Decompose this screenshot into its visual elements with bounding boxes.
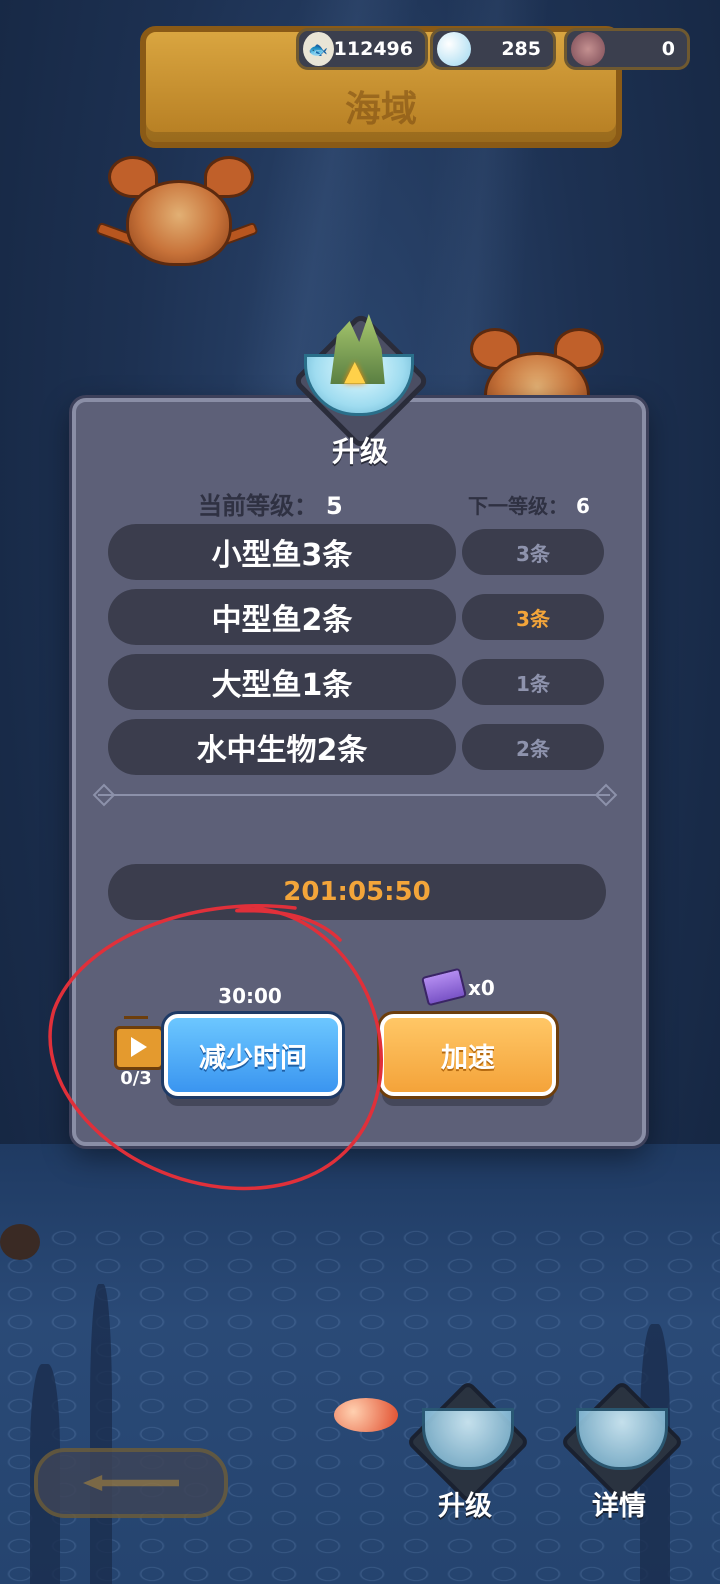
shell-counter[interactable]: 0 xyxy=(564,28,690,70)
current-level: 当前等级： 5 xyxy=(198,486,343,521)
ticket-count: x0 xyxy=(468,976,495,1000)
upgrade-emblem: ▲ xyxy=(291,311,431,451)
bottom-details-button[interactable]: 详情 xyxy=(559,1378,685,1522)
current-level-value: 5 xyxy=(326,492,343,520)
crab xyxy=(95,150,259,280)
area-title: 海域 xyxy=(344,89,417,130)
requirement-row: 水中生物2条 xyxy=(108,719,456,775)
next-level: 下一等级： 6 xyxy=(468,490,590,519)
crab xyxy=(458,322,608,438)
speed-up-button[interactable]: 加速 xyxy=(380,1014,556,1096)
fish xyxy=(334,1398,398,1432)
fish xyxy=(0,1224,40,1260)
modal-title: 升级 xyxy=(331,435,388,468)
pearl-value: 285 xyxy=(501,38,541,60)
pearl-icon xyxy=(437,32,471,66)
video-ad-icon[interactable] xyxy=(114,1026,164,1070)
requirement-row: 小型鱼3条 xyxy=(108,524,456,580)
bottom-upgrade-button[interactable]: 升级 xyxy=(405,1378,531,1522)
shell-value: 0 xyxy=(661,38,675,60)
bottom-upgrade-label: 升级 xyxy=(438,1491,492,1522)
coin-value: 112496 xyxy=(333,38,413,60)
divider xyxy=(98,794,610,796)
upgrade-arrow-icon: ▲ xyxy=(344,354,366,387)
coin-icon: 🐟 xyxy=(303,32,334,66)
upgrade-timer: 201:05:50 xyxy=(108,864,606,920)
reduce-duration: 30:00 xyxy=(218,984,282,1008)
requirement-count: 3条 xyxy=(462,594,604,640)
requirement-row: 中型鱼2条 xyxy=(108,589,456,645)
seaweed xyxy=(90,1284,112,1584)
back-arrow-icon xyxy=(83,1475,179,1491)
bottom-details-label: 详情 xyxy=(592,1491,646,1522)
requirement-count: 1条 xyxy=(462,659,604,705)
pearl-counter[interactable]: 285 xyxy=(430,28,556,70)
coin-counter[interactable]: 🐟 112496 xyxy=(296,28,428,70)
back-button[interactable] xyxy=(34,1448,228,1518)
requirement-count: 3条 xyxy=(462,529,604,575)
next-level-value: 6 xyxy=(576,494,590,518)
next-level-label: 下一等级： xyxy=(468,494,568,518)
reduce-time-button[interactable]: 减少时间 xyxy=(164,1014,342,1096)
ad-count: 0/3 xyxy=(120,1068,152,1089)
current-level-label: 当前等级： xyxy=(198,492,318,520)
requirement-row: 大型鱼1条 xyxy=(108,654,456,710)
shell-icon xyxy=(571,32,605,66)
requirement-count: 2条 xyxy=(462,724,604,770)
